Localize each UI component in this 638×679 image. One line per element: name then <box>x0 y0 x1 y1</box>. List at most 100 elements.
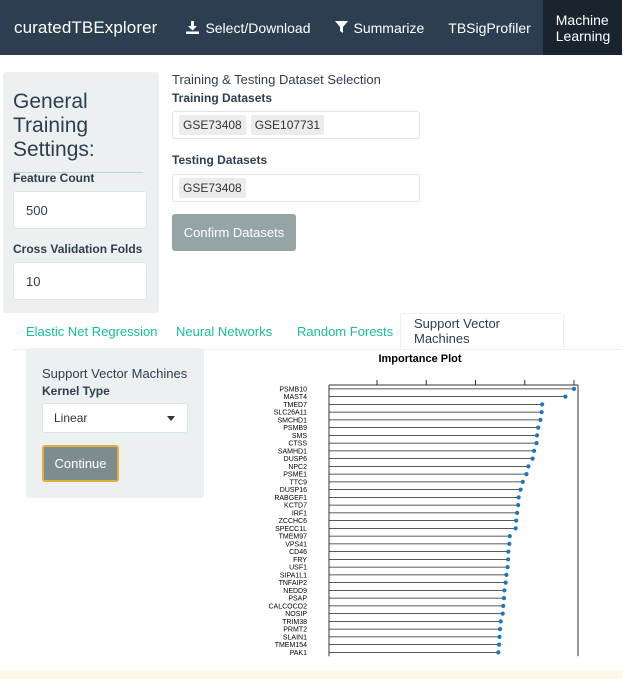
plot-point <box>531 448 537 453</box>
plot-gene-label: FRY <box>293 557 307 564</box>
cv-folds-input[interactable]: 10 <box>13 262 147 300</box>
confirm-datasets-button[interactable]: Confirm Datasets <box>172 214 296 251</box>
plot-point <box>571 386 577 391</box>
general-settings-panel: General Training Settings: Feature Count… <box>3 72 159 313</box>
plot-point <box>498 619 503 624</box>
plot-gene-label: PSAP <box>288 596 307 603</box>
plot-point <box>530 456 535 461</box>
testing-datasets-label: Testing Datasets <box>172 153 268 167</box>
plot-point <box>497 627 503 632</box>
plot-point <box>513 526 518 531</box>
plot-gene-label: VPS41 <box>285 541 307 548</box>
plot-gene-label: TMEM97 <box>279 534 308 541</box>
training-dataset-tag[interactable]: GSE73408 <box>179 115 246 135</box>
nav-summarize[interactable]: Summarize <box>323 0 437 55</box>
plot-point <box>563 394 568 399</box>
plot-gene-label: IRF1 <box>292 510 307 517</box>
plot-gene-label: RABGEF1 <box>274 495 307 502</box>
plot-point <box>503 580 508 585</box>
plot-gene-label: NPC2 <box>288 464 307 471</box>
nav-select-download[interactable]: Select/Download <box>174 0 322 55</box>
nav-machine-learning-label: Machine Learning <box>555 11 611 44</box>
plot-point <box>515 510 520 515</box>
plot-point <box>505 565 510 570</box>
plot-gene-label: TNFAIP2 <box>279 580 308 587</box>
plot-point <box>507 541 512 546</box>
plot-point <box>526 464 531 469</box>
plot-point <box>524 472 529 477</box>
plot-gene-label: SMCHD1 <box>277 417 307 424</box>
testing-dataset-tag[interactable]: GSE73408 <box>179 178 246 198</box>
plot-gene-label: SMS <box>292 433 308 440</box>
plot-gene-label: KCTD7 <box>284 503 307 510</box>
nav-summarize-label: Summarize <box>353 19 425 36</box>
svm-title: Support Vector Machines <box>42 366 188 381</box>
training-datasets-label: Training Datasets <box>172 91 273 105</box>
plot-gene-label: SLAIN1 <box>283 634 307 641</box>
navbar: curatedTBExplorer Select/Download Summar… <box>0 0 628 55</box>
testing-datasets-select[interactable]: GSE73408 <box>172 174 420 202</box>
feature-count-label: Feature Count <box>13 171 95 185</box>
plot-title: Importance Plot <box>378 353 461 365</box>
nav-machine-learning[interactable]: Machine Learning <box>542 0 628 55</box>
plot-point <box>505 557 511 562</box>
plot-point <box>514 518 519 523</box>
plot-point <box>520 479 525 484</box>
plot-point <box>538 417 543 422</box>
plot-gene-label: USF1 <box>289 565 307 572</box>
plot-point <box>501 603 506 608</box>
training-datasets-select[interactable]: GSE73408 GSE107731 <box>172 111 420 139</box>
plot-gene-label: DUSP6 <box>284 456 307 463</box>
plot-point <box>536 425 541 430</box>
nav-tbsigprofiler-label: TBSigProfiler <box>448 19 531 36</box>
plot-gene-label: TMED7 <box>283 402 307 409</box>
plot-point <box>539 410 544 415</box>
nav-tbsigprofiler[interactable]: TBSigProfiler <box>436 0 542 55</box>
plot-gene-label: DUSP16 <box>280 487 307 494</box>
plot-point <box>501 596 507 601</box>
plot-gene-label: SAMHD1 <box>278 448 307 455</box>
plot-gene-label: SIPA1L1 <box>280 572 307 579</box>
tab-support-vector-machines[interactable]: Support Vector Machines <box>400 313 564 349</box>
tab-neural-networks[interactable]: Neural Networks <box>163 313 285 349</box>
plot-point <box>516 495 521 500</box>
plot-gene-label: SLC26A11 <box>274 410 307 417</box>
plot-gene-label: PRMT2 <box>283 627 307 634</box>
importance-plot: Importance PlotPSMB10MAST4TMED7SLC26A11S… <box>268 353 579 657</box>
kernel-type-label: Kernel Type <box>42 384 110 398</box>
continue-button[interactable]: Continue <box>42 445 119 482</box>
brand-title[interactable]: curatedTBExplorer <box>0 0 171 55</box>
nav-select-download-label: Select/Download <box>205 19 311 36</box>
tab-random-forests[interactable]: Random Forests <box>284 313 406 349</box>
model-tabs: Elastic Net Regression Neural Networks R… <box>13 313 622 350</box>
plot-point <box>497 634 502 639</box>
plot-gene-label: CD46 <box>289 549 307 556</box>
plot-gene-label: SPECC1L <box>275 526 307 533</box>
download-icon <box>186 21 200 34</box>
plot-gene-label: NEDD9 <box>283 588 307 595</box>
plot-point <box>504 572 509 577</box>
plot-gene-label: CALCOCO2 <box>268 603 307 610</box>
plot-gene-label: TRIM38 <box>282 619 307 626</box>
plot-point <box>534 441 539 446</box>
kernel-type-select[interactable]: Linear <box>42 403 188 433</box>
filter-icon <box>334 21 348 33</box>
plot-point <box>540 402 545 407</box>
plot-point <box>496 650 501 655</box>
plot-point <box>534 433 540 438</box>
plot-gene-label: CTSS <box>288 441 307 448</box>
dataset-section-title: Training & Testing Dataset Selection <box>172 72 381 87</box>
feature-count-input[interactable]: 500 <box>13 191 147 229</box>
scrollbar[interactable] <box>622 0 638 679</box>
plot-point <box>496 642 502 647</box>
cv-folds-label: Cross Validation Folds <box>13 242 143 256</box>
caret-down-icon <box>167 416 175 421</box>
training-dataset-tag[interactable]: GSE107731 <box>250 115 325 135</box>
kernel-type-value: Linear <box>54 411 88 425</box>
tab-elastic-net[interactable]: Elastic Net Regression <box>13 313 171 349</box>
general-settings-title: General Training Settings: <box>13 90 143 173</box>
plot-point <box>506 549 511 554</box>
plot-point <box>500 611 505 616</box>
plot-gene-label: TTC9 <box>290 479 308 486</box>
plot-gene-label: PAK1 <box>290 650 307 657</box>
